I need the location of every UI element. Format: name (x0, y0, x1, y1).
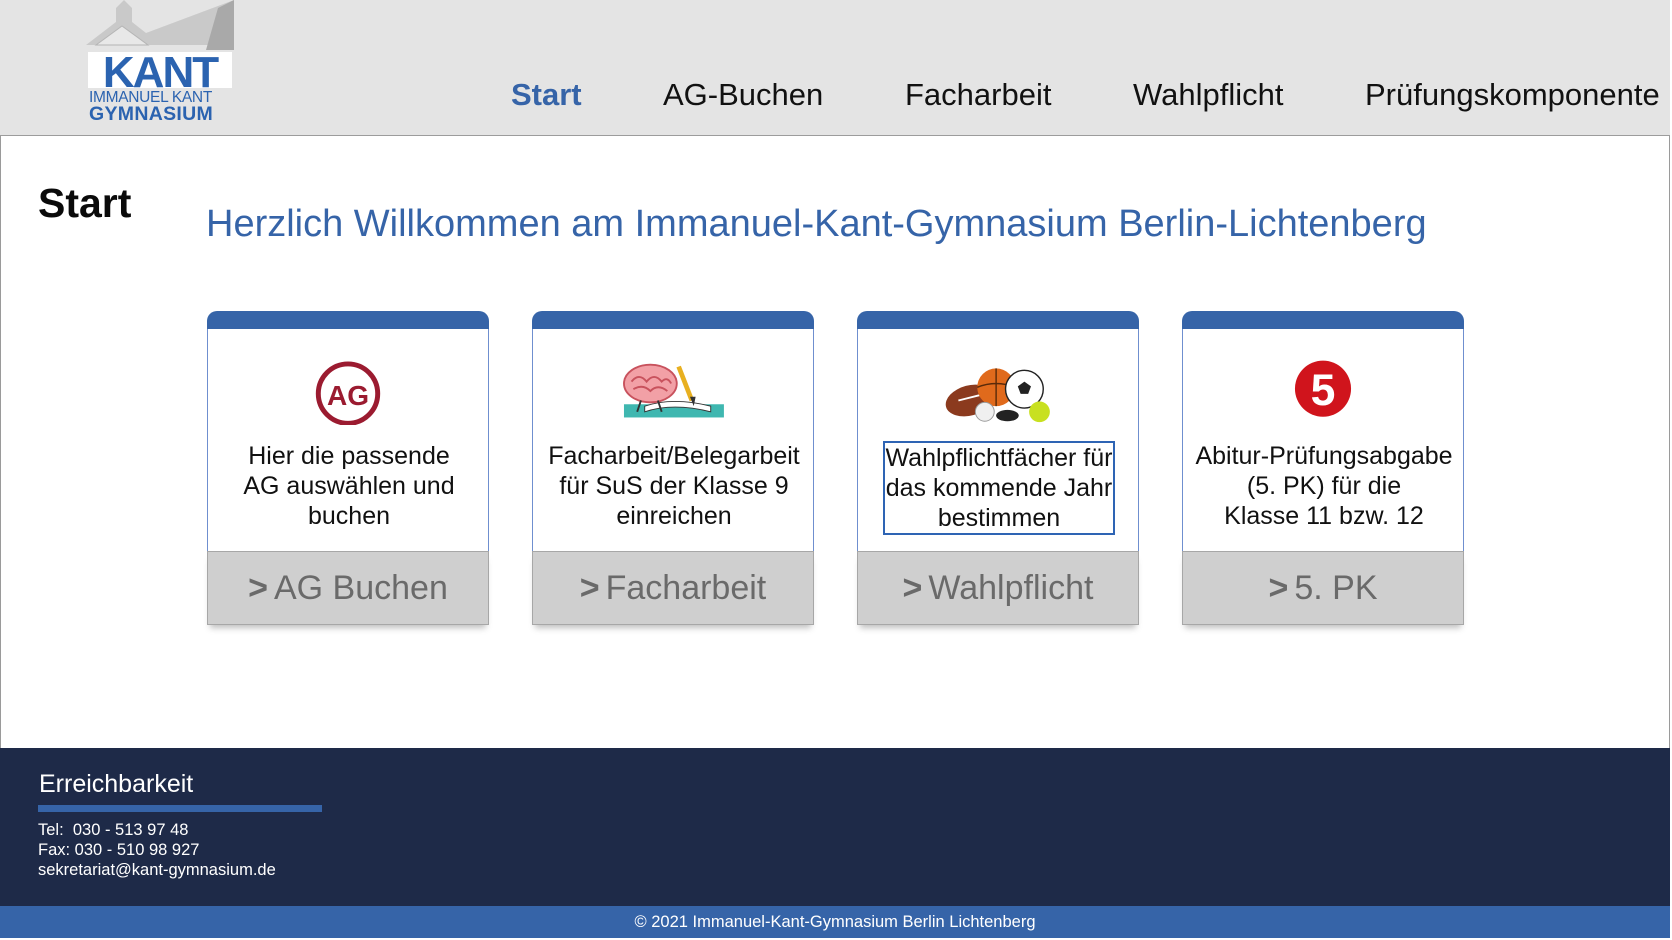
brain-writing-icon (623, 363, 724, 418)
footer-title: Erreichbarkeit (39, 770, 194, 798)
nav-item-wahlpflicht[interactable]: Wahlpflicht (1133, 77, 1283, 113)
kant-building-icon: KANT (86, 0, 234, 97)
svg-text:KANT: KANT (103, 48, 219, 92)
card-body: Facharbeit/Belegarbeit für SuS der Klass… (532, 329, 814, 564)
selected-text-box: Wahlpflichtfächer für das kommende Jahr … (882, 441, 1116, 535)
pk-button[interactable]: >5. PK (1182, 551, 1464, 625)
welcome-heading: Herzlich Willkommen am Immanuel-Kant-Gym… (206, 203, 1427, 245)
card-5pk: 5 Abitur-Prüfungsabgabe (5. PK) für die … (1182, 311, 1464, 626)
phone-number: Tel: 030 - 513 97 48 (38, 821, 189, 839)
card-description: Facharbeit/Belegarbeit für SuS der Klass… (548, 442, 800, 530)
card-description: Hier die passende AG auswählen und buche… (243, 442, 455, 530)
ag-buchen-button[interactable]: > AG Buchen (207, 551, 489, 625)
facharbeit-button[interactable]: > Facharbeit (532, 551, 814, 625)
svg-text:AG: AG (327, 380, 369, 411)
card-body: AG Hier die passende AG auswählen und bu… (207, 329, 489, 564)
contact-info: Tel: 030 - 513 97 48 Fax: 030 - 510 98 9… (38, 820, 276, 880)
page-title: Start (38, 180, 132, 226)
card-facharbeit: Facharbeit/Belegarbeit für SuS der Klass… (532, 311, 814, 626)
wahlpflicht-button[interactable]: > Wahlpflicht (857, 551, 1139, 625)
logo-line-2: GYMNASIUM (89, 103, 214, 125)
footer-divider (38, 805, 322, 812)
nav-item-start[interactable]: Start (511, 77, 582, 113)
nav-item-facharbeit[interactable]: Facharbeit (905, 77, 1051, 113)
card-ag: AG Hier die passende AG auswählen und bu… (207, 311, 489, 626)
card-description: Wahlpflichtfächer für das kommende Jahr … (858, 441, 1140, 535)
copyright-bar: © 2021 Immanuel-Kant-Gymnasium Berlin Li… (0, 906, 1670, 938)
fax-number: Fax: 030 - 510 98 927 (38, 841, 200, 859)
card-wahlpflicht: Wahlpflichtfächer für das kommende Jahr … (857, 311, 1139, 626)
card-body: 5 Abitur-Prüfungsabgabe (5. PK) für die … (1182, 329, 1464, 564)
school-logo[interactable]: KANT IMMANUEL KANT GYMNASIUM (86, 0, 234, 126)
ag-circle-icon: AG (315, 361, 381, 425)
card-body: Wahlpflichtfächer für das kommende Jahr … (857, 329, 1139, 564)
nav-item-ag-buchen[interactable]: AG-Buchen (663, 77, 823, 113)
nav-item-pruefungskomponente[interactable]: Prüfungskomponente (1365, 77, 1660, 113)
site-footer: Erreichbarkeit Tel: 030 - 513 97 48 Fax:… (0, 748, 1670, 906)
svg-text:5: 5 (1311, 366, 1336, 415)
email-link[interactable]: sekretariat@kant-gymnasium.de (38, 860, 276, 880)
site-header: KANT IMMANUEL KANT GYMNASIUM Start AG-Bu… (0, 0, 1670, 136)
sports-balls-icon (945, 368, 1050, 423)
card-description: Abitur-Prüfungsabgabe (5. PK) für die Kl… (1195, 442, 1453, 530)
number-five-icon: 5 (1294, 360, 1352, 417)
